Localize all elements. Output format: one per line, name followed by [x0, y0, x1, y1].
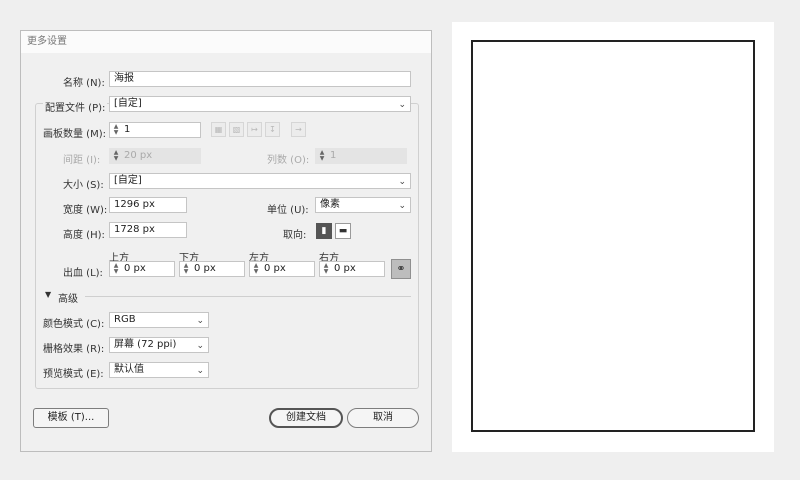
bleed-bottom-value: 0 px	[194, 263, 216, 274]
spacing-stepper[interactable]: ▲ ▼ 20 px	[109, 148, 201, 164]
grid-by-column-icon[interactable]: ▧	[229, 122, 244, 137]
raster-label: 栅格效果 (R):	[43, 344, 105, 355]
artboards-value: 1	[124, 124, 131, 135]
name-label: 名称 (N):	[63, 78, 105, 89]
advanced-divider	[85, 296, 411, 297]
dialog-title: 更多设置	[21, 31, 431, 53]
bleed-label: 出血 (L):	[63, 268, 103, 279]
stepper-icon[interactable]: ▲ ▼	[322, 263, 330, 275]
triangle-down-icon[interactable]: ▼	[45, 290, 51, 299]
height-label: 高度 (H):	[63, 230, 105, 241]
units-value: 像素	[320, 199, 340, 210]
chevron-down-icon: ⌄	[398, 201, 406, 211]
profile-select[interactable]: [自定] ⌄	[109, 96, 411, 112]
bleed-top-value: 0 px	[124, 263, 146, 274]
name-field[interactable]: 海报	[109, 71, 411, 87]
raster-select[interactable]: 屏幕 (72 ppi) ⌄	[109, 337, 209, 353]
arrange-by-column-icon[interactable]: ↧	[265, 122, 280, 137]
chevron-down-icon: ⌄	[196, 341, 204, 351]
stepper-icon[interactable]: ▲ ▼	[318, 150, 326, 162]
width-field[interactable]: 1296 px	[109, 197, 187, 213]
artboards-label: 画板数量 (M):	[43, 129, 106, 140]
bleed-right-stepper[interactable]: ▲ ▼ 0 px	[319, 261, 385, 277]
chain-link-icon[interactable]: ⚭	[391, 259, 411, 279]
height-field[interactable]: 1728 px	[109, 222, 187, 238]
cancel-button[interactable]: 取消	[347, 408, 419, 428]
advanced-label[interactable]: 高级	[58, 290, 78, 305]
bleed-left-stepper[interactable]: ▲ ▼ 0 px	[249, 261, 315, 277]
color-mode-select[interactable]: RGB ⌄	[109, 312, 209, 328]
create-document-button[interactable]: 创建文档	[269, 408, 343, 428]
templates-button[interactable]: 模板 (T)...	[33, 408, 109, 428]
profile-value: [自定]	[114, 98, 142, 109]
stepper-icon[interactable]: ▲ ▼	[112, 124, 120, 136]
artboard-preview	[471, 40, 755, 432]
chevron-down-icon: ⌄	[398, 177, 406, 187]
spacing-value: 20 px	[124, 150, 153, 161]
portrait-icon[interactable]: ▮	[316, 223, 332, 239]
preview-mode-select[interactable]: 默认值 ⌄	[109, 362, 209, 378]
artboards-stepper[interactable]: ▲ ▼ 1	[109, 122, 201, 138]
chevron-down-icon: ⌄	[196, 366, 204, 376]
width-label: 宽度 (W):	[63, 205, 108, 216]
profile-label: 配置文件 (P):	[43, 99, 108, 114]
stepper-icon[interactable]: ▲ ▼	[112, 150, 120, 162]
grid-by-row-icon[interactable]: ▦	[211, 122, 226, 137]
color-mode-value: RGB	[114, 314, 136, 325]
units-label: 单位 (U):	[267, 205, 309, 216]
chevron-down-icon: ⌄	[196, 316, 204, 326]
size-label: 大小 (S):	[63, 180, 104, 191]
stepper-icon[interactable]: ▲ ▼	[182, 263, 190, 275]
bleed-right-value: 0 px	[334, 263, 356, 274]
columns-label: 列数 (O):	[267, 155, 310, 166]
raster-value: 屏幕 (72 ppi)	[114, 339, 177, 350]
bleed-bottom-stepper[interactable]: ▲ ▼ 0 px	[179, 261, 245, 277]
bleed-left-value: 0 px	[264, 263, 286, 274]
orientation-label: 取向:	[283, 230, 307, 241]
chevron-down-icon: ⌄	[398, 100, 406, 110]
landscape-icon[interactable]: ▬	[335, 223, 351, 239]
stepper-icon[interactable]: ▲ ▼	[112, 263, 120, 275]
more-settings-dialog: 更多设置 名称 (N): 海报 配置文件 (P): [自定] ⌄ 画板数量 (M…	[20, 30, 432, 452]
size-select[interactable]: [自定] ⌄	[109, 173, 411, 189]
columns-value: 1	[330, 150, 337, 161]
bleed-top-stepper[interactable]: ▲ ▼ 0 px	[109, 261, 175, 277]
spacing-label: 间距 (I):	[63, 155, 101, 166]
color-mode-label: 颜色模式 (C):	[43, 319, 105, 330]
right-to-left-icon[interactable]: →	[291, 122, 306, 137]
preview-mode-value: 默认值	[114, 364, 144, 375]
size-value: [自定]	[114, 175, 142, 186]
stepper-icon[interactable]: ▲ ▼	[252, 263, 260, 275]
units-select[interactable]: 像素 ⌄	[315, 197, 411, 213]
columns-stepper[interactable]: ▲ ▼ 1	[315, 148, 407, 164]
arrange-by-row-icon[interactable]: ↦	[247, 122, 262, 137]
preview-mode-label: 预览模式 (E):	[43, 369, 104, 380]
